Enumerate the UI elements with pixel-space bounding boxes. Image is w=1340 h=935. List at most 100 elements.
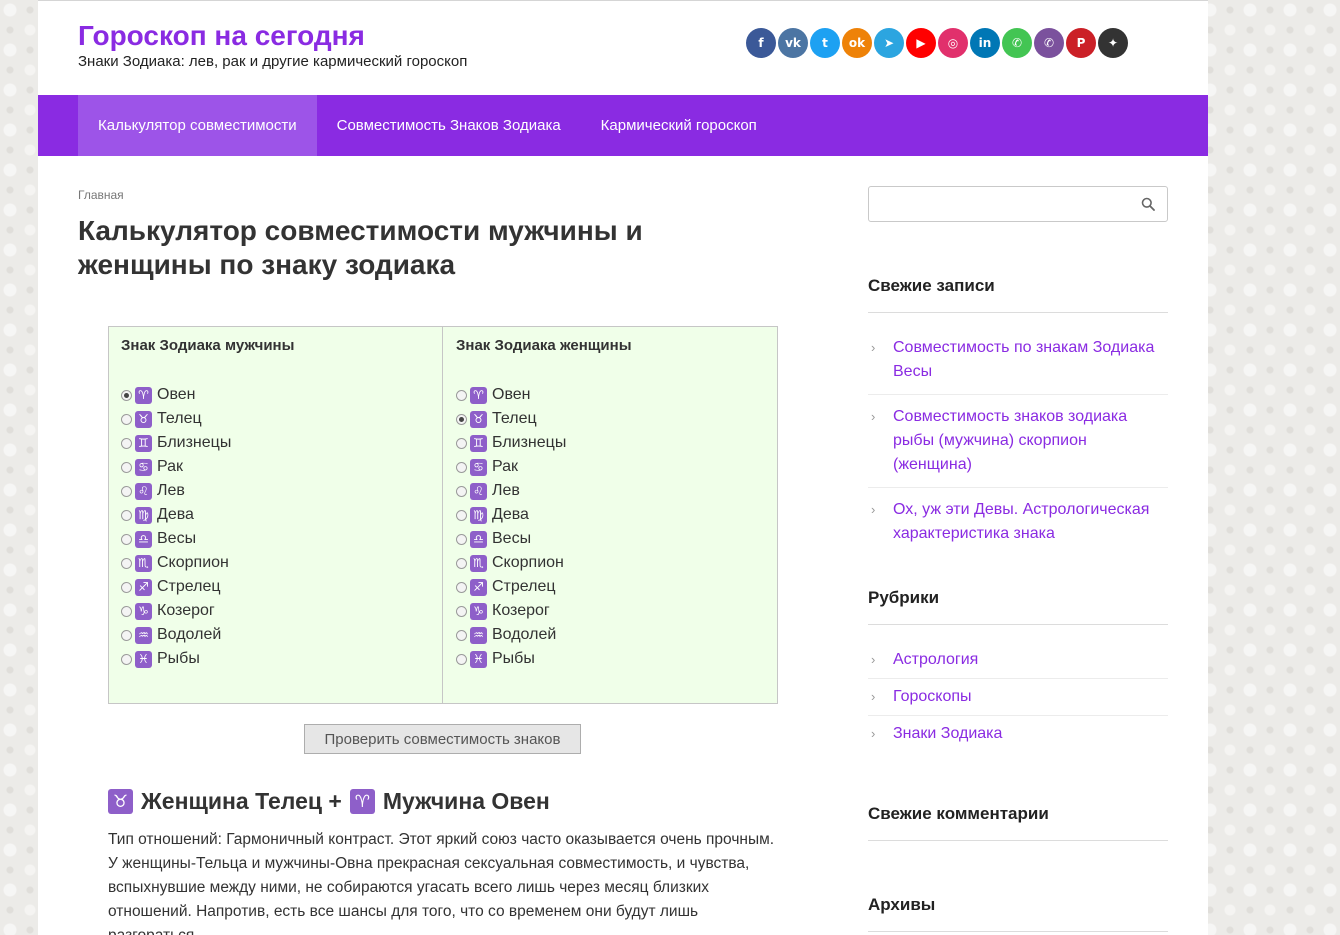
female-sign-option[interactable]: ♈ Овен (456, 383, 566, 407)
gemini-icon: ♊ (470, 434, 487, 452)
page: Гороскоп на сегодня Знаки Зодиака: лев, … (38, 0, 1208, 935)
female-sign-radio[interactable] (456, 653, 467, 665)
male-sign-option[interactable]: ♊ Близнецы (121, 431, 231, 455)
male-sign-label: Рак (157, 458, 184, 475)
female-sign-radio[interactable] (456, 437, 467, 449)
result-title: ♉ Женщина Телец + ♈ Мужчина Овен (108, 788, 550, 815)
female-sign-radio[interactable] (456, 389, 467, 401)
female-sign-radio[interactable] (456, 629, 467, 641)
recent-post-item-link[interactable]: Совместимость по знакам Зодиака Весы (893, 339, 1154, 380)
female-sign-option[interactable]: ♑ Козерог (456, 599, 566, 623)
recent-posts-title: Свежие записи (868, 276, 1168, 313)
aquarius-icon: ♒ (135, 626, 152, 644)
vk-icon[interactable]: vk (778, 28, 808, 58)
recent-posts-list: › Совместимость по знакам Зодиака Весы › Со… (868, 326, 1168, 556)
male-sign-radio[interactable] (121, 413, 132, 425)
recent-post-item: › Совместимость по знакам Зодиака Весы (868, 326, 1168, 395)
nav-item-zodiac-compatibility[interactable]: Совместимость Знаков Зодиака (317, 95, 581, 156)
search-box (868, 186, 1168, 222)
search-icon[interactable] (1141, 197, 1155, 211)
female-sign-label: Близнецы (492, 434, 567, 451)
female-sign-option[interactable]: ♐ Стрелец (456, 575, 566, 599)
category-item-link[interactable]: Знаки Зодиака (893, 725, 1002, 742)
check-compatibility-button[interactable]: Проверить совместимость знаков (304, 724, 581, 754)
male-sign-option[interactable]: ♎ Весы (121, 527, 231, 551)
recent-post-item-link[interactable]: Ох, уж эти Девы. Астрологическая характе… (893, 501, 1149, 542)
compatibility-calculator: Знак Зодиака мужчины ♈ Овен ♉ Телец ♊ Близнец… (108, 326, 778, 704)
female-sign-option[interactable]: ♋ Рак (456, 455, 566, 479)
female-sign-label: Овен (492, 386, 531, 403)
nav-item-compatibility-calculator[interactable]: Калькулятор совместимости (78, 95, 317, 156)
female-sign-option[interactable]: ♉ Телец (456, 407, 566, 431)
male-sign-option[interactable]: ♌ Лев (121, 479, 231, 503)
female-sign-option[interactable]: ♎ Весы (456, 527, 566, 551)
odnoklassniki-icon[interactable]: ok (842, 28, 872, 58)
male-sign-option[interactable]: ♏ Скорпион (121, 551, 231, 575)
male-sign-radio[interactable] (121, 533, 132, 545)
search-input[interactable] (877, 188, 1141, 222)
chevron-right-icon: › (871, 502, 876, 517)
female-sign-radio[interactable] (456, 461, 467, 473)
male-sign-option[interactable]: ♍ Дева (121, 503, 231, 527)
female-sign-option[interactable]: ♒ Водолей (456, 623, 566, 647)
female-sign-option[interactable]: ♌ Лев (456, 479, 566, 503)
yandex-zen-icon[interactable]: ✦ (1098, 28, 1128, 58)
leo-icon: ♌ (470, 482, 487, 500)
male-sign-option[interactable]: ♈ Овен (121, 383, 231, 407)
pisces-icon: ♓ (135, 650, 152, 668)
male-sign-label: Стрелец (157, 578, 221, 595)
male-sign-option[interactable]: ♋ Рак (121, 455, 231, 479)
viber-icon[interactable]: ✆ (1034, 28, 1064, 58)
linkedin-icon[interactable]: in (970, 28, 1000, 58)
facebook-icon[interactable]: f (746, 28, 776, 58)
chevron-right-icon: › (871, 726, 876, 741)
pinterest-icon[interactable]: P (1066, 28, 1096, 58)
category-item-link[interactable]: Астрология (893, 651, 978, 668)
male-sign-option[interactable]: ♒ Водолей (121, 623, 231, 647)
whatsapp-icon[interactable]: ✆ (1002, 28, 1032, 58)
female-sign-option[interactable]: ♊ Близнецы (456, 431, 566, 455)
male-sign-radio[interactable] (121, 389, 132, 401)
site-title[interactable]: Гороскоп на сегодня (78, 20, 365, 52)
female-sign-radio[interactable] (456, 557, 467, 569)
youtube-icon[interactable]: ▶ (906, 28, 936, 58)
male-sign-radio[interactable] (121, 461, 132, 473)
category-item: › Астрология (868, 642, 1168, 679)
female-sign-option[interactable]: ♍ Дева (456, 503, 566, 527)
male-sign-radio[interactable] (121, 605, 132, 617)
male-sign-option[interactable]: ♐ Стрелец (121, 575, 231, 599)
recent-post-item-link[interactable]: Совместимость знаков зодиака рыбы (мужчи… (893, 408, 1127, 473)
female-sign-radio[interactable] (456, 581, 467, 593)
female-sign-label: Рак (492, 458, 519, 475)
libra-icon: ♎ (135, 530, 152, 548)
male-sign-radio[interactable] (121, 437, 132, 449)
male-sign-option[interactable]: ♑ Козерог (121, 599, 231, 623)
female-sign-radio[interactable] (456, 485, 467, 497)
female-sign-radio[interactable] (456, 533, 467, 545)
breadcrumb[interactable]: Главная (78, 188, 124, 202)
male-sign-radio[interactable] (121, 509, 132, 521)
female-sign-radio[interactable] (456, 509, 467, 521)
page-title: Калькулятор совместимости мужчины и женщ… (78, 215, 643, 280)
male-sign-option[interactable]: ♉ Телец (121, 407, 231, 431)
virgo-icon: ♍ (135, 506, 152, 524)
nav-item-karmic-horoscope[interactable]: Кармический гороскоп (581, 95, 777, 156)
telegram-icon[interactable]: ➤ (874, 28, 904, 58)
male-sign-option[interactable]: ♓ Рыбы (121, 647, 231, 671)
site-description: Знаки Зодиака: лев, рак и другие кармиче… (78, 53, 468, 70)
female-sign-radio[interactable] (456, 413, 467, 425)
female-sign-option[interactable]: ♏ Скорпион (456, 551, 566, 575)
female-sign-radio[interactable] (456, 605, 467, 617)
male-sign-radio[interactable] (121, 581, 132, 593)
male-sign-radio[interactable] (121, 557, 132, 569)
male-sign-radio[interactable] (121, 653, 132, 665)
twitter-icon[interactable]: t (810, 28, 840, 58)
male-sign-radio[interactable] (121, 485, 132, 497)
aries-icon: ♈ (135, 386, 152, 404)
capricorn-icon: ♑ (135, 602, 152, 620)
female-sign-option[interactable]: ♓ Рыбы (456, 647, 566, 671)
male-sign-radio[interactable] (121, 629, 132, 641)
category-item-link[interactable]: Гороскопы (893, 688, 972, 705)
female-sign-label: Скорпион (492, 554, 564, 571)
instagram-icon[interactable]: ◎ (938, 28, 968, 58)
